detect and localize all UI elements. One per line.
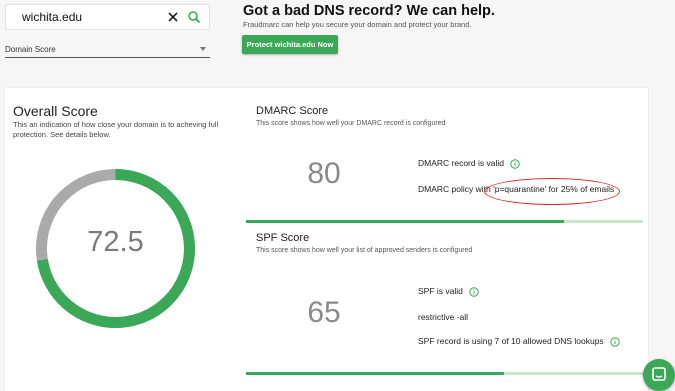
chat-icon (652, 367, 666, 381)
spf-score-value: 65 (307, 296, 341, 329)
chevron-down-icon (200, 47, 206, 51)
overall-score-title: Overall Score (13, 103, 98, 119)
info-icon[interactable] (510, 159, 521, 169)
search-icon[interactable] (186, 9, 202, 25)
info-icon[interactable] (610, 337, 620, 347)
search-card (5, 4, 210, 30)
close-icon[interactable] (165, 9, 181, 25)
dmarc-valid-text: DMARC record is valid (418, 158, 504, 168)
spf-progress-bar (246, 372, 643, 375)
dmarc-score-description: This score shows how well your DMARC rec… (256, 120, 446, 127)
promo-title: Got a bad DNS record? We can help. (243, 3, 495, 19)
spf-valid-text: SPF is valid (418, 286, 463, 296)
dropdown-selected-label: Domain Score (5, 45, 56, 54)
spf-lookups-text: SPF record is using 7 of 10 allowed DNS … (418, 336, 604, 346)
spf-score-title: SPF Score (256, 232, 310, 244)
dmarc-score-value: 80 (307, 157, 341, 190)
promo-subtitle: Fraudmarc can help you secure your domai… (243, 20, 472, 29)
annotation-ellipse (484, 178, 620, 205)
dmarc-score-title: DMARC Score (256, 105, 329, 117)
spf-valid-line: SPF is valid (418, 286, 479, 297)
score-card: Overall Score This an indication of how … (5, 88, 648, 391)
dmarc-valid-line: DMARC record is valid (418, 158, 521, 169)
spf-restrictive-line: restrictive -all (418, 312, 469, 322)
overall-score-value: 72.5 (87, 226, 144, 258)
spf-lookups-line: SPF record is using 7 of 10 allowed DNS … (418, 336, 620, 347)
chat-button[interactable] (643, 359, 675, 391)
domain-search-input[interactable] (22, 10, 162, 24)
protect-domain-button[interactable]: Protect wichita.edu Now (242, 35, 338, 54)
spf-progress-fill (246, 372, 505, 375)
dmarc-progress-bar (246, 220, 643, 223)
dmarc-progress-fill (246, 220, 564, 223)
spf-score-description: This score shows how well your list of a… (256, 247, 473, 254)
domain-score-select[interactable]: Domain Score (5, 40, 210, 58)
overall-score-description: This an indication of how close your dom… (13, 120, 219, 139)
info-icon[interactable] (469, 287, 479, 297)
